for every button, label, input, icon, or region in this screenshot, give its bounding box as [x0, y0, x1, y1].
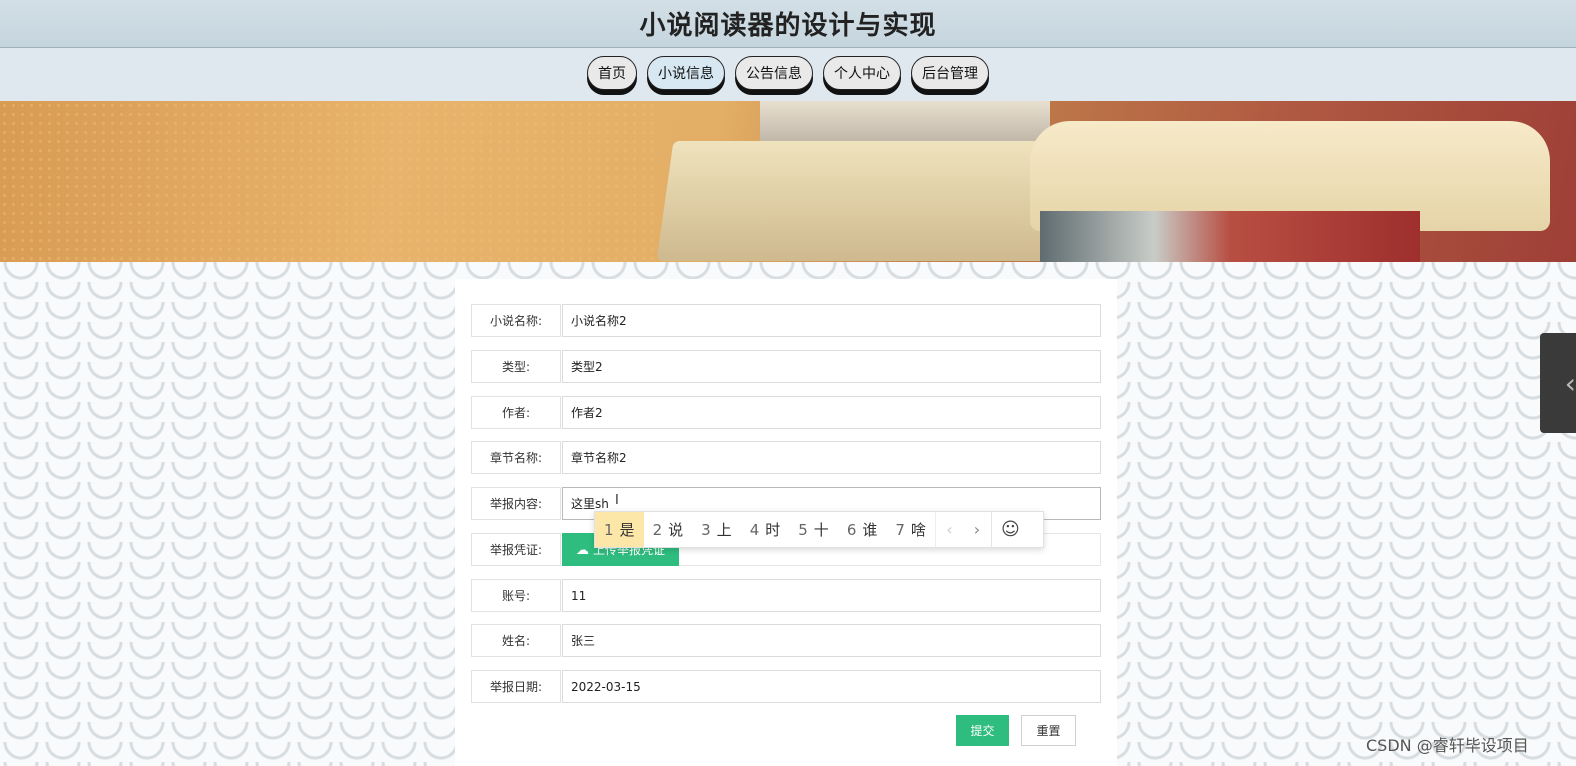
field-label: 举报内容:	[471, 487, 561, 520]
banner-book-spine	[1040, 211, 1420, 262]
site-title: 小说阅读器的设计与实现	[639, 11, 937, 41]
banner-image	[0, 101, 1576, 262]
field-label: 举报日期:	[471, 670, 561, 703]
form-row-chapter-name: 章节名称: 章节名称2	[471, 441, 1101, 474]
ime-prev-page-icon[interactable]: ‹	[934, 512, 963, 547]
candidate-number: 7	[895, 520, 905, 539]
submit-button[interactable]: 提交	[956, 715, 1009, 746]
candidate-number: 3	[701, 520, 711, 539]
reset-button[interactable]: 重置	[1021, 715, 1076, 746]
nav-item-novel-info[interactable]: 小说信息	[647, 56, 725, 90]
ime-candidate[interactable]: 4 时	[741, 512, 790, 547]
novel-name-input[interactable]: 小说名称2	[562, 304, 1101, 337]
candidate-number: 5	[798, 520, 808, 539]
candidate-number: 4	[749, 520, 760, 539]
candidate-number: 6	[846, 520, 857, 539]
author-input[interactable]: 作者2	[562, 396, 1101, 429]
chapter-name-input[interactable]: 章节名称2	[562, 441, 1101, 474]
candidate-text: 啥	[910, 521, 926, 539]
cloud-upload-icon: ☁	[575, 541, 589, 557]
field-label: 作者:	[471, 396, 561, 429]
side-collapse-tab[interactable]: ‹	[1540, 333, 1576, 433]
candidate-text: 是	[619, 521, 635, 539]
nav-item-announcements[interactable]: 公告信息	[735, 56, 813, 90]
name-input[interactable]: 张三	[562, 624, 1101, 657]
ime-candidate-popup: 1 是 2 说 3 上 4 时 5 十 6 谁 7 啥 ‹ › ☺	[594, 511, 1044, 548]
nav-item-admin[interactable]: 后台管理	[911, 56, 989, 90]
ime-candidate[interactable]: 3 上	[692, 512, 741, 547]
banner-wall-texture	[0, 101, 660, 262]
form-row-report-date: 举报日期: 2022-03-15	[471, 670, 1101, 703]
nav-item-personal-center[interactable]: 个人中心	[823, 56, 901, 90]
emoji-icon[interactable]: ☺	[990, 512, 1029, 547]
ime-candidate[interactable]: 5 十	[789, 512, 838, 547]
ime-candidate[interactable]: 1 是	[595, 512, 644, 547]
title-bar: 小说阅读器的设计与实现	[0, 0, 1576, 48]
field-label: 举报凭证:	[471, 533, 561, 566]
chevron-left-icon: ‹	[1564, 366, 1576, 400]
candidate-text: 说	[668, 521, 684, 539]
ime-next-page-icon[interactable]: ›	[963, 512, 991, 547]
report-content-text: 这里sh	[571, 497, 609, 511]
form-row-name: 姓名: 张三	[471, 624, 1101, 657]
candidate-number: 2	[652, 520, 663, 539]
field-label: 小说名称:	[471, 304, 561, 337]
candidate-text: 十	[813, 521, 829, 539]
watermark: CSDN @睿轩毕设项目	[1366, 736, 1529, 755]
field-label: 账号:	[471, 579, 561, 612]
nav-item-home[interactable]: 首页	[587, 56, 637, 90]
candidate-text: 上	[716, 521, 732, 539]
field-label: 姓名:	[471, 624, 561, 657]
form-row-type: 类型: 类型2	[471, 350, 1101, 383]
field-label: 章节名称:	[471, 441, 561, 474]
ime-candidate[interactable]: 2 说	[644, 512, 693, 547]
account-input[interactable]: 11	[562, 579, 1101, 612]
candidate-number: 1	[604, 520, 614, 539]
candidate-text: 时	[765, 521, 781, 539]
candidate-text: 谁	[862, 521, 878, 539]
ime-candidate[interactable]: 6 谁	[838, 512, 887, 547]
form-row-novel-name: 小说名称: 小说名称2	[471, 304, 1101, 337]
report-date-input[interactable]: 2022-03-15	[562, 670, 1101, 703]
form-row-account: 账号: 11	[471, 579, 1101, 612]
text-cursor-icon: I	[615, 493, 619, 508]
type-input[interactable]: 类型2	[562, 350, 1101, 383]
ime-candidate[interactable]: 7 啥	[886, 512, 935, 547]
form-row-author: 作者: 作者2	[471, 396, 1101, 429]
field-label: 类型:	[471, 350, 561, 383]
main-nav: 首页 小说信息 公告信息 个人中心 后台管理	[0, 48, 1576, 101]
